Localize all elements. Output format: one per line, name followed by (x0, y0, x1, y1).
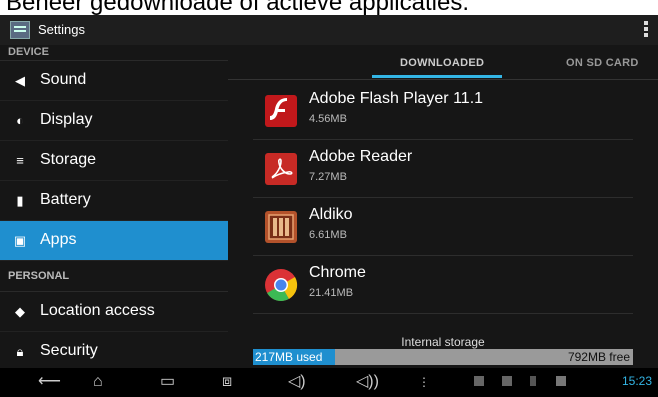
home-icon[interactable]: ⌂ (93, 373, 103, 391)
app-size: 7.27MB (309, 171, 347, 183)
more-icon[interactable]: ⋮ (418, 373, 430, 391)
notification-icon (474, 376, 484, 386)
app-name: Adobe Reader (309, 148, 413, 165)
storage-icon: ≡ (16, 153, 24, 168)
status-time: 15:23 (621, 374, 652, 388)
app-size: 4.56MB (309, 113, 347, 125)
tab-on-sd-card[interactable]: ON SD CARD (566, 57, 639, 69)
volume-up-icon[interactable]: ◁)) (356, 373, 379, 391)
screenshot-icon[interactable]: ⧈ (222, 373, 232, 391)
battery-icon: ▮ (16, 193, 24, 208)
storage-free-text: 792MB free (567, 350, 630, 364)
notification-icon (502, 376, 512, 386)
storage-meter: 217MB used 792MB free (253, 349, 633, 365)
system-nav-bar: ⟵ ⌂ ▭ ⧈ ◁) ◁)) ⋮ 15:23 (0, 368, 658, 397)
sd-card-icon (556, 376, 566, 386)
section-device: DEVICE (0, 45, 228, 61)
sidebar-item-label: Location access (40, 302, 155, 319)
aldiko-icon (263, 209, 299, 245)
flash-icon (263, 93, 299, 129)
usb-icon (530, 376, 536, 386)
sidebar-item-label: Security (40, 342, 98, 359)
sidebar-item-battery[interactable]: ▮ Battery (0, 181, 228, 221)
list-item[interactable]: Adobe Flash Player 11.1 4.56MB (253, 83, 633, 140)
speaker-icon: ◀ (15, 73, 25, 88)
apps-panel: DOWNLOADED ON SD CARD Adobe Flash Player… (228, 45, 658, 368)
settings-app-icon[interactable] (10, 21, 30, 39)
sidebar-item-label: Display (40, 111, 93, 128)
location-icon: ◆ (15, 304, 25, 319)
sidebar-item-label: Battery (40, 191, 91, 208)
volume-down-icon[interactable]: ◁) (288, 373, 306, 391)
caption: Beheer gedownloade of actieve applicatie… (0, 0, 658, 16)
tab-bar: DOWNLOADED ON SD CARD (228, 45, 658, 80)
lock-icon: 🔒︎ (16, 344, 24, 359)
active-tab-indicator (372, 75, 502, 78)
recent-apps-icon[interactable]: ▭ (160, 373, 175, 391)
chrome-icon (263, 267, 299, 303)
brightness-icon: ◐ (16, 113, 24, 128)
sidebar-item-apps[interactable]: ▣ Apps (0, 221, 228, 261)
action-bar: Settings (0, 15, 658, 46)
sidebar-item-storage[interactable]: ≡ Storage (0, 141, 228, 181)
sidebar-item-label: Storage (40, 151, 97, 168)
overflow-menu-icon[interactable] (644, 19, 648, 39)
sidebar-item-location-access[interactable]: ◆ Location access (0, 292, 228, 332)
caption-text: Beheer gedownloade of actieve applicatie… (6, 0, 469, 16)
app-size: 21.41MB (309, 287, 354, 299)
back-icon[interactable]: ⟵ (38, 373, 61, 391)
sidebar-item-security[interactable]: 🔒︎ Security (0, 332, 228, 372)
sidebar-item-label: Sound (40, 71, 87, 88)
app-size: 6.61MB (309, 229, 347, 241)
adobe-reader-icon (263, 151, 299, 187)
page-title: Settings (38, 22, 85, 37)
app-name: Adobe Flash Player 11.1 (309, 90, 484, 107)
storage-label: Internal storage (401, 335, 485, 349)
tab-downloaded[interactable]: DOWNLOADED (400, 57, 484, 69)
section-personal: PERSONAL (0, 261, 228, 292)
internal-storage-bar: Internal storage 217MB used 792MB free (253, 335, 633, 365)
storage-used-text: 217MB used (255, 350, 323, 364)
list-item[interactable]: Chrome 21.41MB (253, 257, 633, 314)
settings-sidebar: DEVICE ◀ Sound ◐ Display ≡ Storage ▮ Bat… (0, 45, 228, 372)
app-name: Chrome (309, 264, 366, 281)
screen: Settings DEVICE ◀ Sound ◐ Display ≡ Stor… (0, 15, 658, 397)
list-item[interactable]: Adobe Reader 7.27MB (253, 141, 633, 198)
sidebar-item-display[interactable]: ◐ Display (0, 101, 228, 141)
sidebar-item-label: Apps (40, 231, 77, 248)
apps-icon: ▣ (13, 233, 27, 248)
app-name: Aldiko (309, 206, 353, 223)
list-item[interactable]: Aldiko 6.61MB (253, 199, 633, 256)
sidebar-item-sound[interactable]: ◀ Sound (0, 61, 228, 101)
